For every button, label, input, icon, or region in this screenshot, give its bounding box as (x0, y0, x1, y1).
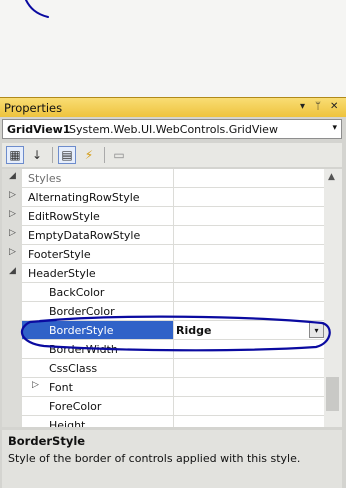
property-name: AlternatingRowStyle (28, 191, 140, 204)
property-name: ForeColor (49, 400, 102, 413)
property-row[interactable]: ▷ FooterStyle (2, 245, 324, 264)
property-value-input[interactable]: Ridge (176, 324, 211, 337)
object-name: GridView1 (7, 123, 71, 136)
property-name: Font (49, 381, 73, 394)
object-selector[interactable]: GridView1 System.Web.UI.WebControls.Grid… (2, 119, 342, 139)
property-row[interactable]: BorderWidth (2, 340, 324, 359)
property-name: EditRowStyle (28, 210, 100, 223)
expand-icon[interactable]: ▷ (9, 228, 16, 238)
expand-icon[interactable]: ▷ (9, 190, 16, 200)
window-position-icon[interactable]: ▾ (300, 101, 305, 112)
property-row[interactable]: BorderColor (2, 302, 324, 321)
property-name: BorderWidth (49, 343, 118, 356)
property-name: CssClass (49, 362, 98, 375)
property-name: BorderStyle (49, 324, 114, 337)
property-name: HeaderStyle (28, 267, 96, 280)
collapse-icon[interactable]: ◢ (9, 171, 16, 181)
toolbar-divider (52, 147, 53, 163)
property-row[interactable]: ▷ EditRowStyle (2, 207, 324, 226)
ink-scribble (25, 0, 49, 18)
property-name: BorderColor (49, 305, 115, 318)
scroll-up-icon[interactable]: ▲ (328, 172, 335, 182)
pin-icon[interactable]: ᛘ (315, 101, 321, 112)
properties-icon[interactable]: ▤ (58, 146, 76, 164)
property-row[interactable]: CssClass (2, 359, 324, 378)
property-name: Height (49, 419, 86, 427)
description-pane: BorderStyle Style of the border of contr… (2, 430, 342, 488)
expand-icon[interactable]: ▷ (32, 380, 39, 390)
properties-toolbar: ▦ ↓ ▤ ⚡ ▭ (2, 143, 342, 167)
property-name: FooterStyle (28, 248, 91, 261)
property-row[interactable]: ◢ HeaderStyle (2, 264, 324, 283)
property-row[interactable]: ▷ EmptyDataRowStyle (2, 226, 324, 245)
expand-icon[interactable]: ▷ (9, 247, 16, 257)
property-row[interactable]: ▷ AlternatingRowStyle (2, 188, 324, 207)
chevron-down-icon[interactable]: ▾ (332, 123, 337, 133)
property-name: BackColor (49, 286, 105, 299)
panel-title-bar: Properties ▾ ᛘ ✕ (0, 97, 346, 117)
scroll-thumb[interactable] (326, 377, 339, 411)
description-title: BorderStyle (8, 434, 86, 448)
property-name: EmptyDataRowStyle (28, 229, 141, 242)
close-icon[interactable]: ✕ (330, 101, 338, 112)
vertical-scrollbar[interactable]: ▲ (324, 169, 342, 427)
properties-panel: Properties ▾ ᛘ ✕ GridView1 System.Web.UI… (0, 97, 346, 488)
property-name: Styles (28, 172, 62, 185)
property-pages-icon[interactable]: ▭ (110, 146, 128, 164)
property-grid: ◢ Styles ▷ AlternatingRowStyle ▷ EditRow… (2, 169, 342, 427)
property-row[interactable]: ForeColor (2, 397, 324, 416)
property-row[interactable]: BackColor (2, 283, 324, 302)
designer-surface (0, 0, 346, 97)
object-type: System.Web.UI.WebControls.GridView (69, 123, 278, 136)
property-row[interactable]: ▷ Font (2, 378, 324, 397)
description-text: Style of the border of controls applied … (8, 452, 301, 465)
expand-icon[interactable]: ▷ (9, 209, 16, 219)
toolbar-divider (104, 147, 105, 163)
categorized-icon[interactable]: ▦ (6, 146, 24, 164)
chevron-down-icon[interactable]: ▾ (309, 322, 324, 338)
panel-title: Properties (4, 101, 63, 115)
alphabetical-icon[interactable]: ↓ (28, 146, 46, 164)
collapse-icon[interactable]: ◢ (9, 266, 16, 276)
property-row-selected[interactable]: BorderStyle Ridge ▾ (2, 321, 324, 340)
property-row[interactable]: Height (2, 416, 324, 427)
category-styles[interactable]: ◢ Styles (2, 169, 324, 188)
events-icon[interactable]: ⚡ (80, 146, 98, 164)
